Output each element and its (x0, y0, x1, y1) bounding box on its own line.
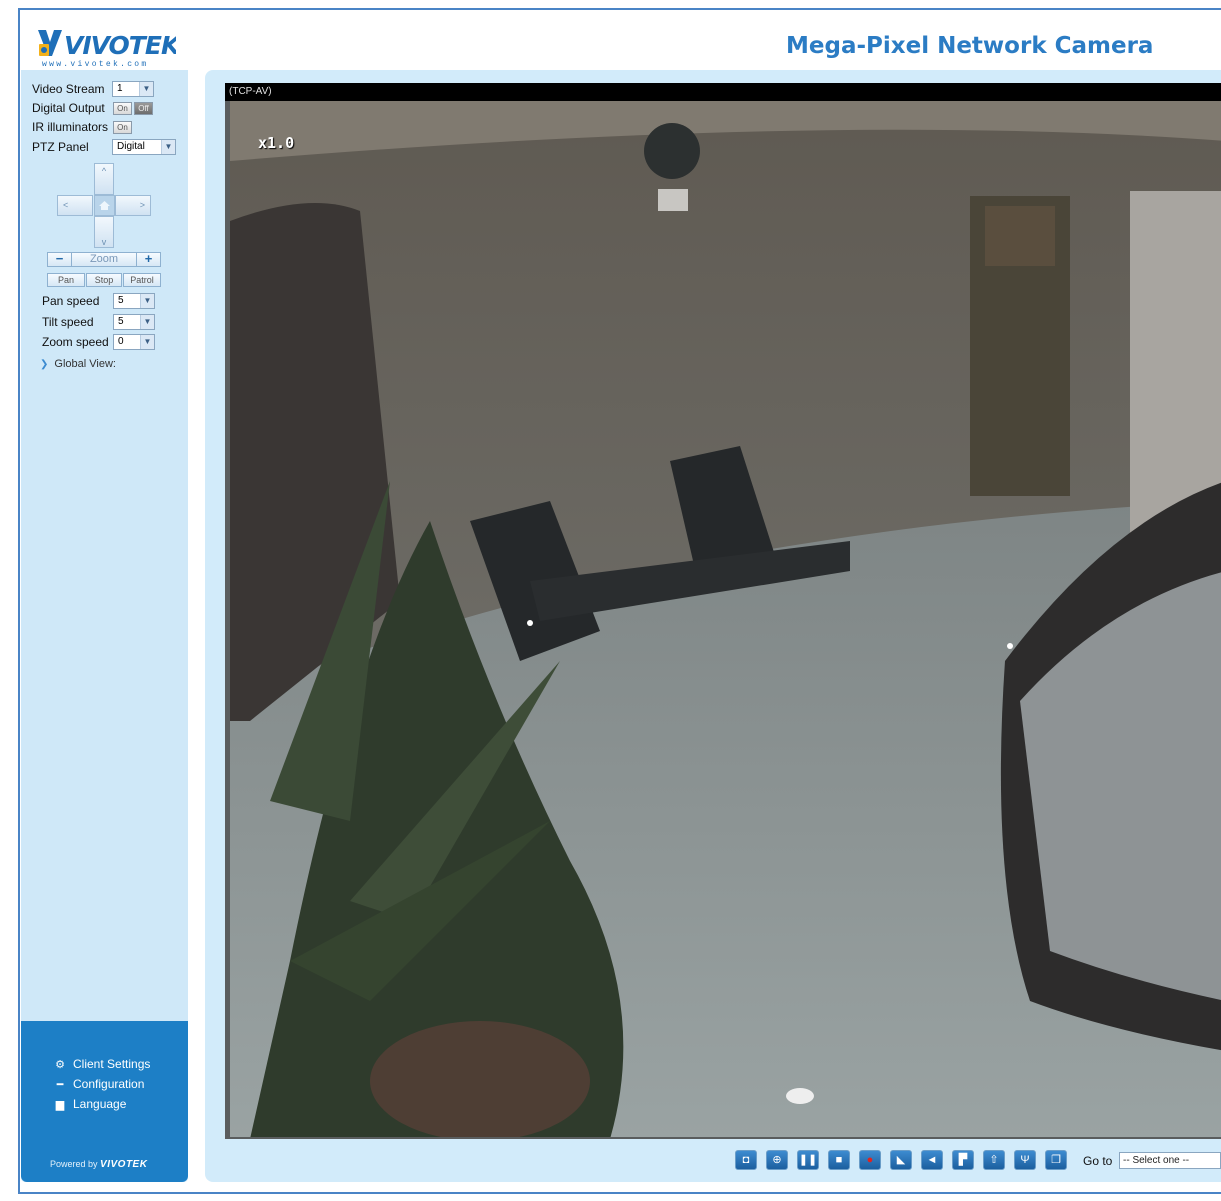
ptz-panel-label: PTZ Panel (32, 140, 89, 154)
gear-icon: ⚙ (55, 1059, 65, 1071)
pan-button[interactable]: Pan (47, 273, 85, 287)
page-title: Mega-Pixel Network Camera (786, 33, 1154, 59)
chevron-down-icon: ▼ (139, 82, 153, 96)
upload-icon[interactable]: ⇧ (983, 1150, 1005, 1170)
ir-illuminators-on-button[interactable]: On (113, 121, 132, 134)
stop-icon[interactable]: ■ (828, 1150, 850, 1170)
video-stream-value: 1 (117, 83, 123, 94)
pan-speed-value: 5 (118, 295, 124, 306)
microphone-icon[interactable]: Ψ (1014, 1150, 1036, 1170)
global-view-label: Global View: (54, 358, 116, 370)
zoom-speed-value: 0 (118, 336, 124, 347)
talk-icon[interactable]: ▛ (952, 1150, 974, 1170)
snapshot-icon[interactable]: ◘ (735, 1150, 757, 1170)
pan-down-button[interactable]: v (94, 216, 114, 248)
tilt-speed-value: 5 (118, 316, 124, 327)
configuration-label: Configuration (73, 1077, 145, 1091)
ptz-panel-value: Digital (117, 141, 145, 152)
configuration-link[interactable]: ━ Configuration (52, 1076, 145, 1092)
speaker-icon[interactable]: ◄ (921, 1150, 943, 1170)
tilt-speed-label: Tilt speed (42, 315, 94, 329)
client-settings-link[interactable]: ⚙ Client Settings (52, 1056, 150, 1072)
svg-text:VIVOTEK: VIVOTEK (64, 31, 176, 58)
chevron-down-icon: ▼ (140, 335, 154, 349)
zoom-level-indicator: x1.0 (258, 134, 295, 152)
client-settings-label: Client Settings (73, 1057, 151, 1071)
global-view-toggle[interactable]: ❯ Global View: (40, 358, 116, 370)
goto-select[interactable]: -- Select one -- (1119, 1152, 1221, 1169)
chevron-down-icon: ▼ (140, 315, 154, 329)
video-stream-select[interactable]: 1 ▼ (112, 81, 154, 97)
speech-bubble-icon: ▆ (55, 1099, 65, 1111)
language-link[interactable]: ▆ Language (52, 1096, 127, 1112)
pan-up-button[interactable]: ^ (94, 163, 114, 195)
record-icon[interactable]: ● (859, 1150, 881, 1170)
wrench-icon: ━ (56, 1079, 64, 1091)
digital-output-on-button[interactable]: On (113, 102, 132, 115)
language-label: Language (73, 1097, 127, 1111)
camera-feed-image (230, 101, 1221, 1137)
powered-by-brand: VIVOTEK (100, 1159, 148, 1170)
digital-zoom-icon[interactable]: ⊕ (766, 1150, 788, 1170)
zoom-speed-label: Zoom speed (42, 335, 109, 349)
pan-right-button[interactable]: > (115, 195, 151, 216)
ir-illuminators-label: IR illuminators (32, 120, 109, 134)
chevron-down-icon: ▼ (140, 294, 154, 308)
digital-output-off-button[interactable]: Off (134, 102, 153, 115)
patrol-button[interactable]: Patrol (123, 273, 161, 287)
chevron-right-icon: ❯ (40, 359, 49, 370)
home-icon (99, 201, 110, 210)
zoom-in-button[interactable]: + (136, 252, 160, 266)
zoom-control: − Zoom + (47, 252, 161, 267)
pause-icon[interactable]: ❚❚ (797, 1150, 819, 1170)
goto-label: Go to (1083, 1154, 1113, 1168)
video-status-bar: (TCP-AV) (225, 83, 1221, 101)
home-button[interactable] (94, 195, 115, 216)
pan-left-button[interactable]: < (57, 195, 93, 216)
pan-speed-label: Pan speed (42, 294, 100, 308)
vivotek-logo[interactable]: VIVOTEK www.vivotek.com (36, 28, 176, 72)
digital-output-label: Digital Output (32, 101, 105, 115)
tilt-speed-select[interactable]: 5 ▼ (113, 314, 155, 330)
zoom-out-button[interactable]: − (48, 252, 72, 266)
pan-speed-select[interactable]: 5 ▼ (113, 293, 155, 309)
chevron-down-icon: ▼ (161, 140, 175, 154)
volume-icon[interactable]: ◣ (890, 1150, 912, 1170)
ptz-panel-select[interactable]: Digital ▼ (112, 139, 176, 155)
stop-button[interactable]: Stop (86, 273, 122, 287)
zoom-label: Zoom (89, 253, 119, 265)
video-stream-label: Video Stream (32, 82, 105, 96)
video-stream[interactable] (225, 101, 1221, 1139)
logo-url: www.vivotek.com (42, 60, 149, 69)
powered-by-label: Powered by (50, 1159, 98, 1169)
zoom-speed-select[interactable]: 0 ▼ (113, 334, 155, 350)
powered-by: Powered by VIVOTEK (50, 1159, 147, 1170)
vivotek-logo-icon: VIVOTEK (38, 30, 176, 58)
fullscreen-icon[interactable]: ❐ (1045, 1150, 1067, 1170)
